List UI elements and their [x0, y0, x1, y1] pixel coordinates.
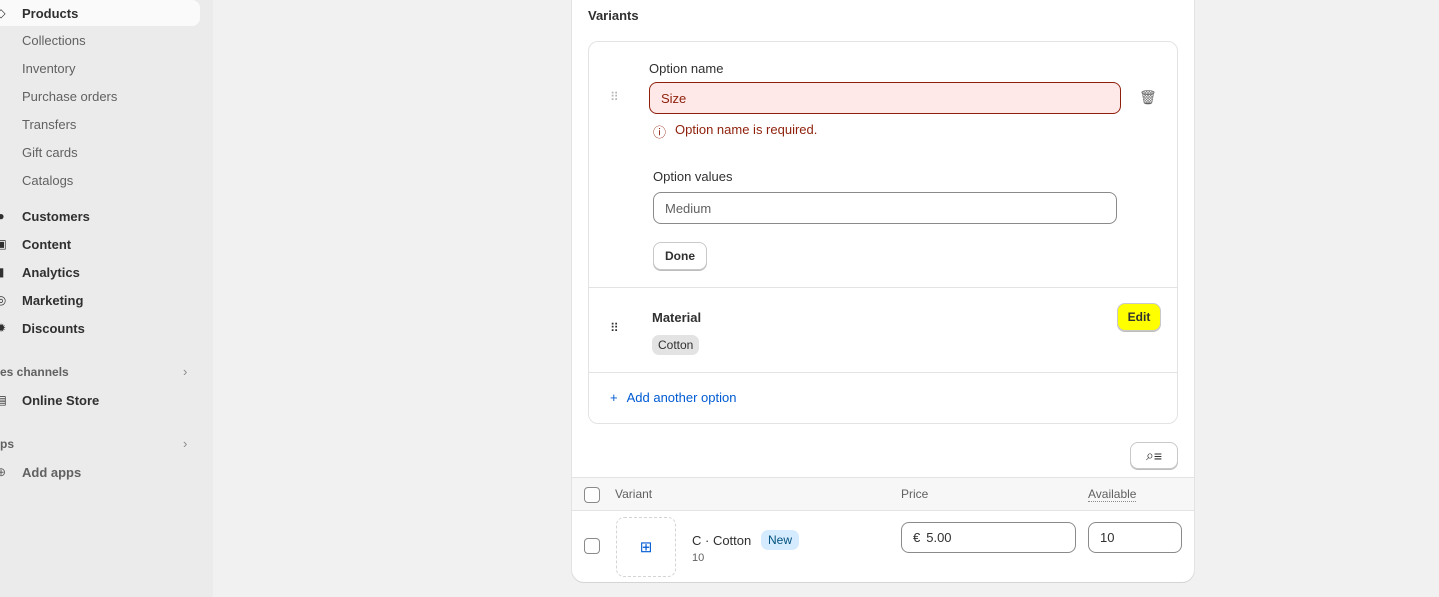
- select-all-checkbox[interactable]: [584, 487, 600, 503]
- option-values-label: Option values: [653, 169, 733, 184]
- table-header: Variant Price Available: [572, 477, 1194, 511]
- material-option-name: Material: [652, 310, 702, 325]
- person-icon: ●: [0, 209, 5, 223]
- plus-icon: +: [610, 390, 618, 405]
- option-value-tag: Cotton: [652, 335, 700, 355]
- option-values-input[interactable]: Medium: [653, 192, 1117, 224]
- variant-name[interactable]: C · Cotton: [692, 533, 751, 548]
- variant-subtext: 10: [692, 552, 705, 564]
- plus-circle-icon: ⊕: [0, 465, 7, 479]
- new-badge: New: [761, 530, 800, 550]
- currency-symbol: €: [913, 530, 921, 545]
- store-icon: ▤: [0, 393, 7, 407]
- sidebar-item-products[interactable]: ◇ Products: [0, 0, 200, 26]
- done-button[interactable]: Done: [653, 242, 707, 270]
- variants-title: Variants: [588, 8, 639, 23]
- header-price: Price: [901, 487, 929, 501]
- chevron-right-icon[interactable]: ›: [183, 364, 187, 379]
- edit-button[interactable]: Edit: [1117, 303, 1161, 331]
- discount-icon: ✹: [0, 321, 7, 335]
- row-checkbox[interactable]: [584, 538, 600, 554]
- divider: [589, 287, 1177, 288]
- option-name-error: ⓘ Option name is required.: [653, 122, 818, 140]
- chevron-right-icon[interactable]: ›: [183, 436, 187, 451]
- options-box: ⠿ Option name Size 🗑 ⓘ Option name is req…: [588, 41, 1178, 424]
- trash-icon[interactable]: 🗑: [1139, 89, 1157, 106]
- drag-handle-icon[interactable]: ⠿: [610, 90, 619, 104]
- add-another-option-link[interactable]: + Add another option: [610, 390, 736, 405]
- filter-icon: ≡: [1153, 447, 1162, 464]
- drag-handle-icon[interactable]: ⠿: [610, 321, 619, 335]
- apps-heading[interactable]: ps: [0, 437, 14, 451]
- option-name-input[interactable]: Size: [649, 82, 1121, 114]
- sidebar: ◇ Products Collections Inventory Purchase…: [0, 0, 213, 597]
- divider: [589, 372, 1177, 373]
- content-icon: ▣: [0, 237, 7, 251]
- table-row[interactable]: ⊞ C · Cotton New 10 €5.00 10: [572, 511, 1194, 581]
- error-icon: ⓘ: [653, 125, 667, 140]
- search-icon: ⌕: [1145, 447, 1154, 463]
- tag-icon: ◇: [0, 6, 6, 20]
- target-icon: ◎: [0, 293, 7, 307]
- bar-chart-icon: ▮: [0, 265, 5, 279]
- price-input[interactable]: €5.00: [901, 522, 1076, 553]
- price-value: 5.00: [926, 530, 952, 545]
- header-available[interactable]: Available: [1088, 487, 1137, 502]
- header-variant: Variant: [615, 487, 653, 501]
- variants-card: Variants ⠿ Option name Size 🗑 ⓘ Option na…: [572, 0, 1194, 582]
- search-filter-button[interactable]: ⌕ ≡: [1130, 442, 1178, 469]
- option-name-label: Option name: [649, 61, 724, 76]
- available-input[interactable]: 10: [1088, 522, 1182, 553]
- sales-channels-heading[interactable]: es channels: [0, 365, 69, 379]
- add-image-icon[interactable]: ⊞: [616, 517, 676, 577]
